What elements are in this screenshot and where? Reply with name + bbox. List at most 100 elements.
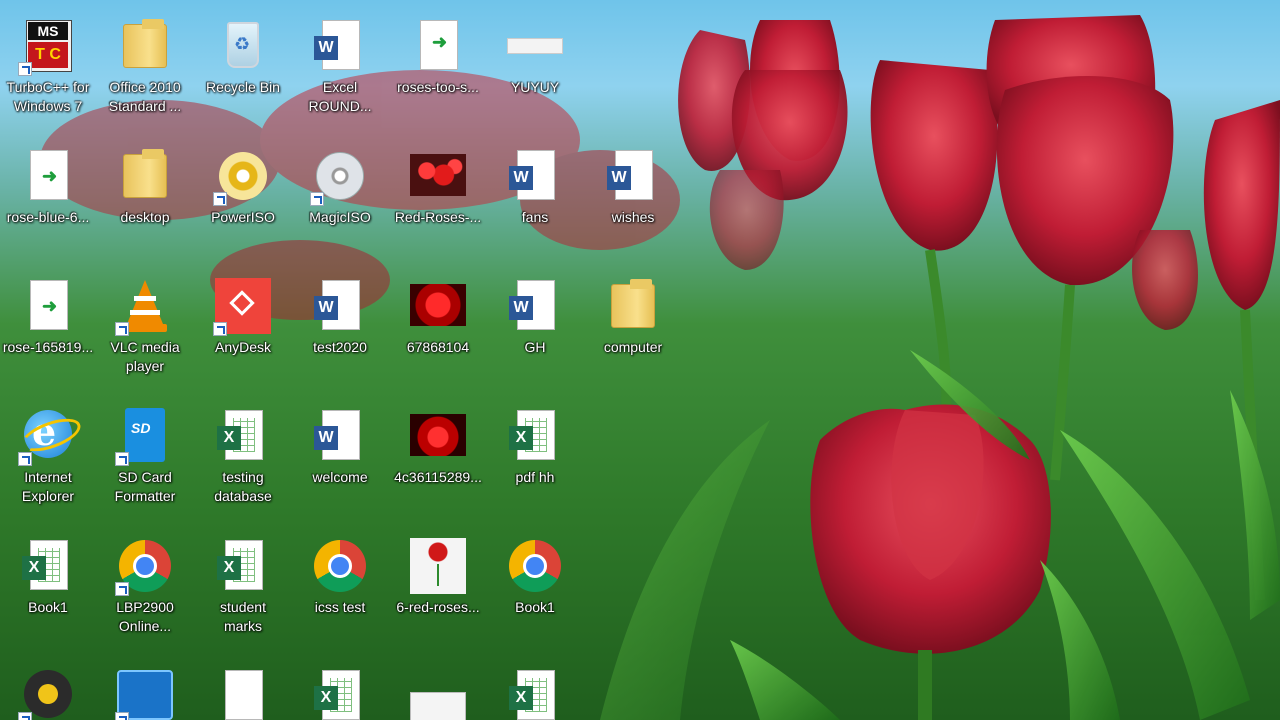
desktop-icon-book1-chrome[interactable]: Book1	[487, 538, 583, 617]
image-icon	[507, 18, 563, 74]
desktop-icon-intel-graphics[interactable]	[97, 668, 193, 720]
shortcut-arrow-icon	[18, 62, 32, 76]
icon-label: SD Card Formatter	[114, 469, 176, 504]
desktop-icon-excel-file[interactable]: X	[292, 668, 388, 720]
icon-label: Book1	[28, 599, 68, 615]
icon-label: icss test	[314, 599, 366, 615]
desktop-icon-anydesk[interactable]: AnyDesk	[195, 278, 291, 357]
icon-label: wishes	[611, 209, 655, 225]
image-icon	[410, 668, 466, 720]
internet-explorer-icon: e	[17, 408, 85, 466]
file-icon: ➜	[20, 148, 76, 204]
desktop-icon-recycle-bin[interactable]: ♻ Recycle Bin	[195, 18, 291, 97]
icon-label: pdf hh	[515, 469, 555, 485]
shortcut-arrow-icon	[115, 452, 129, 466]
desktop-icon-desktop-folder[interactable]: desktop	[97, 148, 193, 227]
excel-document-icon: X	[312, 668, 368, 720]
file-icon: ➜	[20, 278, 76, 334]
image-icon	[410, 408, 466, 464]
icon-label: welcome	[312, 469, 368, 485]
desktop-icon-image-file[interactable]	[390, 668, 486, 720]
icon-label: Office 2010 Standard ...	[108, 79, 182, 114]
desktop-icon-office-2010[interactable]: Office 2010 Standard ...	[97, 18, 193, 116]
intel-graphics-icon	[115, 668, 173, 720]
icon-label: GH	[524, 339, 546, 355]
shortcut-arrow-icon	[213, 192, 227, 206]
icon-label: testing database	[214, 469, 272, 504]
image-icon	[410, 538, 466, 594]
icon-label: YUYUY	[510, 79, 560, 95]
icon-label: desktop	[120, 209, 170, 225]
icon-label: 4c36115289...	[394, 469, 482, 485]
icon-label: rose-165819...	[2, 339, 94, 355]
excel-document-icon: X	[215, 538, 271, 594]
desktop-icon-testing-database[interactable]: X testing database	[195, 408, 291, 506]
desktop-icon-rose-165819[interactable]: ➜ rose-165819...	[0, 278, 96, 357]
icon-label: VLC media player	[110, 339, 180, 374]
word-document-icon: W	[507, 148, 563, 204]
sd-card-icon: SD	[115, 408, 173, 466]
icon-label: MagicISO	[309, 209, 371, 225]
icon-label: Excel ROUND...	[308, 79, 372, 114]
desktop-icon-magiciso[interactable]: MagicISO	[292, 148, 388, 227]
turbo-c-icon: MS T C	[18, 18, 76, 76]
desktop-icon-welcome[interactable]: W welcome	[292, 408, 388, 487]
image-icon	[410, 278, 466, 334]
shortcut-arrow-icon	[310, 192, 324, 206]
folder-icon	[605, 278, 661, 334]
desktop-icon-internet-explorer[interactable]: e Internet Explorer	[0, 408, 96, 506]
icon-label: rose-blue-6...	[6, 209, 90, 225]
desktop-icon-red-roses[interactable]: Red-Roses-...	[390, 148, 486, 227]
desktop-icon-pdf-hh[interactable]: X pdf hh	[487, 408, 583, 487]
desktop-icon-test2020[interactable]: W test2020	[292, 278, 388, 357]
icon-label: computer	[603, 339, 663, 355]
icon-label: fans	[521, 209, 549, 225]
recycle-bin-icon: ♻	[215, 18, 271, 74]
word-document-icon: W	[312, 408, 368, 464]
desktop-icon-sd-card-formatter[interactable]: SD SD Card Formatter	[97, 408, 193, 506]
desktop-icon-rose-blue[interactable]: ➜ rose-blue-6...	[0, 148, 96, 227]
desktop-icon-gh[interactable]: W GH	[487, 278, 583, 357]
vlc-icon	[115, 278, 173, 336]
excel-document-icon: X	[507, 408, 563, 464]
shortcut-arrow-icon	[18, 452, 32, 466]
desktop-icon-student-marks[interactable]: X student marks	[195, 538, 291, 636]
file-icon: ➜	[410, 18, 466, 74]
icon-label: TurboC++ for Windows 7	[6, 79, 90, 114]
word-document-icon: W	[312, 18, 368, 74]
desktop-icon-roses-too[interactable]: ➜ roses-too-s...	[390, 18, 486, 97]
desktop-icon-yuyuy[interactable]: YUYUY	[487, 18, 583, 97]
desktop-icon-computer-folder[interactable]: computer	[585, 278, 681, 357]
excel-document-icon: X	[20, 538, 76, 594]
icon-label: PowerISO	[211, 209, 275, 225]
desktop-icon-fans[interactable]: W fans	[487, 148, 583, 227]
desktop-icon-4c36115289[interactable]: 4c36115289...	[390, 408, 486, 487]
folder-icon	[117, 18, 173, 74]
word-document-icon: W	[605, 148, 661, 204]
icon-label: Red-Roses-...	[394, 209, 482, 225]
image-icon	[410, 148, 466, 204]
icon-label: Book1	[515, 599, 555, 615]
desktop-icon-67868104[interactable]: 67868104	[390, 278, 486, 357]
icon-label: student marks	[220, 599, 266, 634]
desktop-icon-text-document[interactable]	[195, 668, 291, 720]
desktop-icon-icss-test[interactable]: icss test	[292, 538, 388, 617]
desktop-icon-6-red-roses[interactable]: 6-red-roses...	[390, 538, 486, 617]
desktop-icon-turbo-cpp[interactable]: MS T C TurboC++ for Windows 7	[0, 18, 96, 116]
desktop-icon-poweriso[interactable]: PowerISO	[195, 148, 291, 227]
desktop-icon-music[interactable]	[0, 668, 96, 720]
shortcut-arrow-icon	[115, 582, 129, 596]
desktop-icon-wishes[interactable]: W wishes	[585, 148, 681, 227]
magiciso-icon	[310, 148, 368, 206]
desktop-icon-excel-round[interactable]: W Excel ROUND...	[292, 18, 388, 116]
desktop-icon-lbp2900[interactable]: LBP2900 Online...	[97, 538, 193, 636]
chrome-icon	[115, 538, 173, 596]
desktop-icon-excel-file-2[interactable]: X	[487, 668, 583, 720]
desktop-icon-book1[interactable]: X Book1	[0, 538, 96, 617]
folder-icon	[117, 148, 173, 204]
excel-document-icon: X	[507, 668, 563, 720]
music-disc-icon	[18, 668, 76, 720]
icon-label: Recycle Bin	[206, 79, 280, 95]
desktop-icon-vlc[interactable]: VLC media player	[97, 278, 193, 376]
word-document-icon: W	[312, 278, 368, 334]
